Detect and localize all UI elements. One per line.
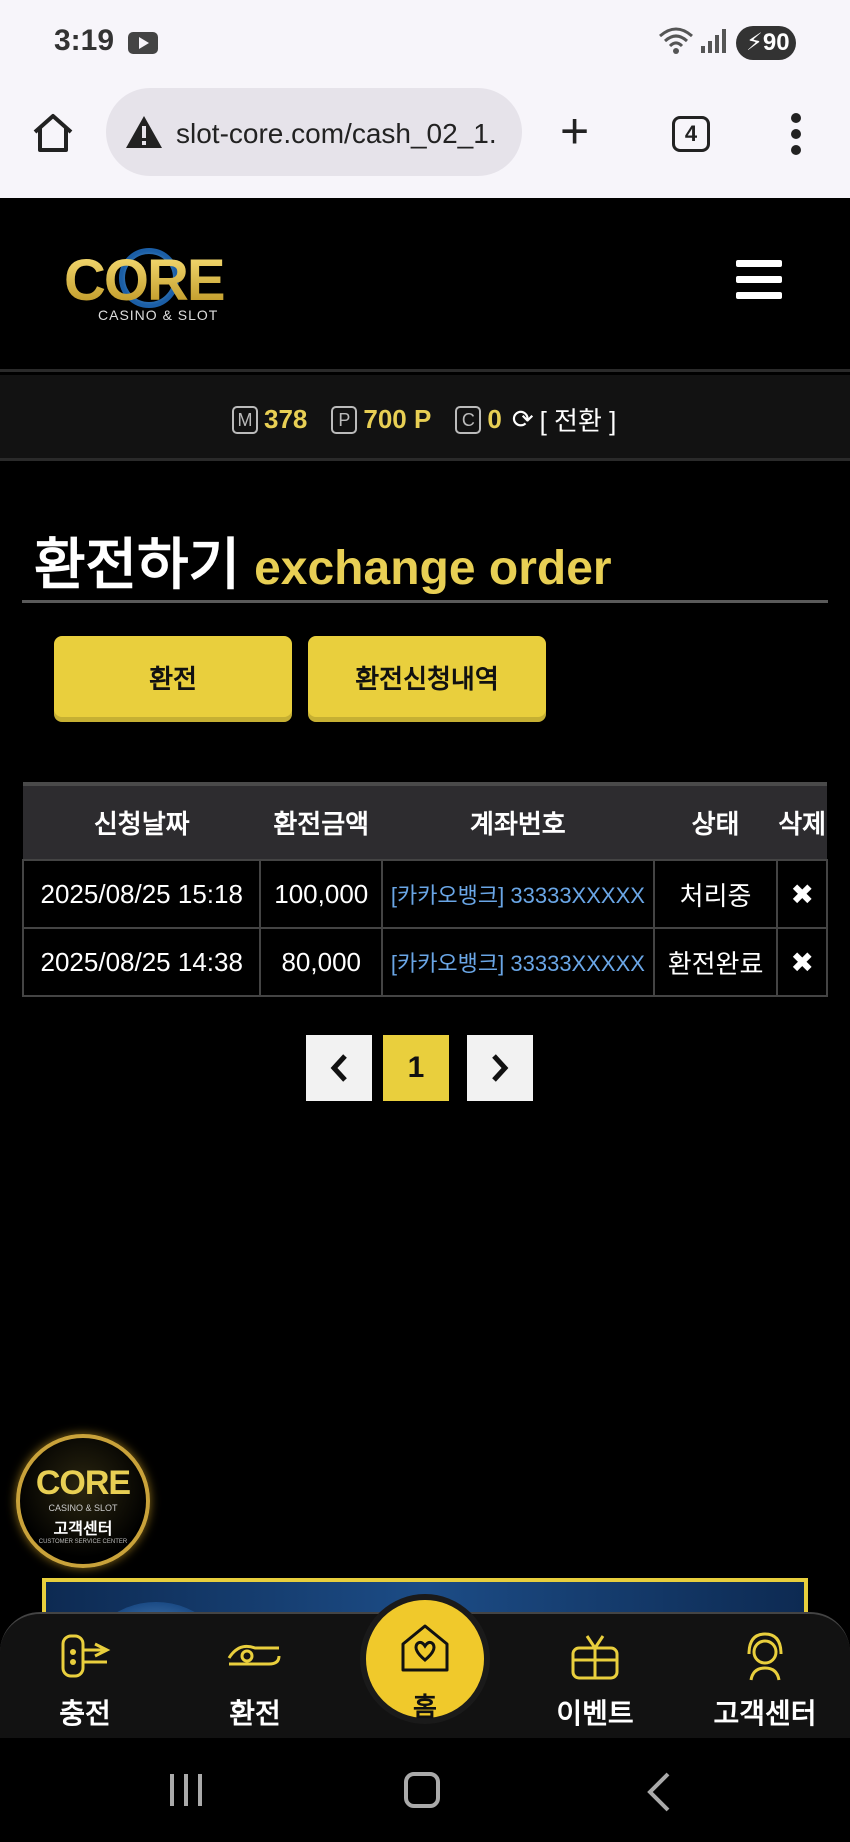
- nav-support[interactable]: 고객센터: [700, 1614, 830, 1732]
- url-text[interactable]: slot-core.com/cash_02_1.: [176, 118, 506, 150]
- battery-indicator: ⚡90: [736, 26, 796, 60]
- headset-icon: [700, 1614, 830, 1684]
- point-badge: P: [331, 405, 358, 434]
- home-icon[interactable]: [30, 110, 76, 161]
- table-row: 2025/08/25 14:38 80,000 [카카오뱅크] 33333XXX…: [21, 927, 828, 997]
- logo-text: CORE: [64, 248, 224, 313]
- chevron-left-icon: [330, 1054, 347, 1082]
- nav-event[interactable]: 이벤트: [530, 1614, 660, 1732]
- nav-support-label: 고객센터: [713, 1698, 817, 1729]
- convert-button[interactable]: [ 전환 ]: [540, 401, 617, 438]
- nav-home-label: 홈: [413, 1692, 437, 1722]
- row-amount: 100,000: [259, 859, 384, 929]
- system-back-icon[interactable]: [646, 1772, 672, 1817]
- refresh-icon[interactable]: ⟳: [512, 404, 534, 435]
- coin-value: 0: [487, 404, 502, 434]
- title-divider: [22, 600, 828, 603]
- column-header-status: 상태: [653, 782, 778, 860]
- chevron-right-icon: [492, 1054, 509, 1082]
- site-logo[interactable]: CORE CASINO & SLOT: [64, 238, 274, 333]
- nav-exchange-label: 환전: [229, 1698, 281, 1729]
- balance-bar: M 378 P 700 P C 0 ⟳ [ 전환 ]: [0, 375, 850, 461]
- row-status: 처리중: [652, 859, 779, 929]
- hamburger-menu-icon[interactable]: [736, 260, 782, 300]
- next-page-button[interactable]: [467, 1035, 533, 1101]
- page-title-english: exchange order: [254, 542, 612, 595]
- prev-page-button[interactable]: [306, 1035, 372, 1101]
- column-header-date: 신청날짜: [23, 782, 261, 860]
- youtube-icon: [128, 32, 158, 54]
- money-badge: M: [232, 405, 258, 434]
- wifi-icon: [658, 26, 694, 63]
- row-amount: 80,000: [259, 927, 384, 997]
- column-header-account: 계좌번호: [382, 782, 654, 860]
- cs-logo: CORE: [35, 1464, 131, 1502]
- exchange-history-table: 신청날짜 환전금액 계좌번호 상태 삭제 2025/08/25 15:18 10…: [21, 782, 828, 997]
- logo-sub: CASINO & SLOT: [98, 307, 218, 323]
- delete-icon[interactable]: ✖: [776, 927, 828, 997]
- column-header-delete: 삭제: [777, 782, 827, 860]
- row-date: 2025/08/25 15:18: [21, 859, 262, 929]
- status-bar: 3:19 ⚡90: [0, 0, 850, 86]
- page-number-button[interactable]: 1: [383, 1035, 449, 1101]
- table-row: 2025/08/25 15:18 100,000 [카카오뱅크] 33333XX…: [21, 859, 828, 929]
- nav-charge-label: 충전: [59, 1698, 111, 1729]
- page-title-korean: 환전하기: [34, 533, 241, 596]
- customer-center-float-button[interactable]: CORE CASINO & SLOT 고객센터 CUSTOMER SERVICE…: [16, 1434, 150, 1568]
- delete-icon[interactable]: ✖: [776, 859, 828, 929]
- home-heart-icon: [401, 1624, 449, 1672]
- tab-count-button[interactable]: 4: [672, 116, 710, 152]
- site-header: CORE CASINO & SLOT: [0, 198, 850, 372]
- row-account: [카카오뱅크] 33333XXXXX: [381, 859, 655, 929]
- cs-sub-label: CUSTOMER SERVICE CENTER: [38, 1539, 128, 1545]
- nav-event-label: 이벤트: [556, 1698, 634, 1729]
- row-date: 2025/08/25 14:38: [21, 927, 262, 997]
- nav-home-button[interactable]: 홈: [360, 1594, 490, 1724]
- warning-icon[interactable]: [124, 114, 164, 155]
- nav-charge[interactable]: 충전: [20, 1614, 150, 1732]
- point-value: 700 P: [363, 404, 432, 434]
- money-value: 378: [264, 404, 308, 434]
- coin-badge: C: [455, 405, 482, 434]
- battery-level: 90: [762, 29, 790, 56]
- charge-icon: [20, 1614, 150, 1684]
- address-bar[interactable]: slot-core.com/cash_02_1.: [106, 88, 522, 176]
- row-status: 환전완료: [652, 927, 779, 997]
- gift-icon: [530, 1614, 660, 1684]
- recent-apps-icon[interactable]: [168, 1772, 204, 1813]
- status-time: 3:19: [54, 24, 115, 57]
- table-header-row: 신청날짜 환전금액 계좌번호 상태 삭제: [23, 782, 827, 860]
- row-account: [카카오뱅크] 33333XXXXX: [381, 927, 655, 997]
- signal-icon: [700, 28, 726, 59]
- system-home-icon[interactable]: [404, 1772, 440, 1808]
- system-navigation-bar: [0, 1738, 850, 1842]
- cs-logo-sub: CASINO & SLOT: [48, 1503, 118, 1513]
- page-title: 환전하기 exchange order: [34, 520, 612, 601]
- column-header-amount: 환전금액: [260, 782, 383, 860]
- browser-toolbar: slot-core.com/cash_02_1. + 4: [0, 86, 850, 198]
- exchange-icon: [190, 1614, 320, 1684]
- cs-label: 고객센터: [53, 1521, 113, 1538]
- more-menu-icon[interactable]: [790, 112, 802, 161]
- exchange-history-tab-button[interactable]: 환전신청내역: [308, 636, 546, 722]
- new-tab-button[interactable]: +: [560, 106, 589, 156]
- nav-exchange[interactable]: 환전: [190, 1614, 320, 1732]
- exchange-tab-button[interactable]: 환전: [54, 636, 292, 722]
